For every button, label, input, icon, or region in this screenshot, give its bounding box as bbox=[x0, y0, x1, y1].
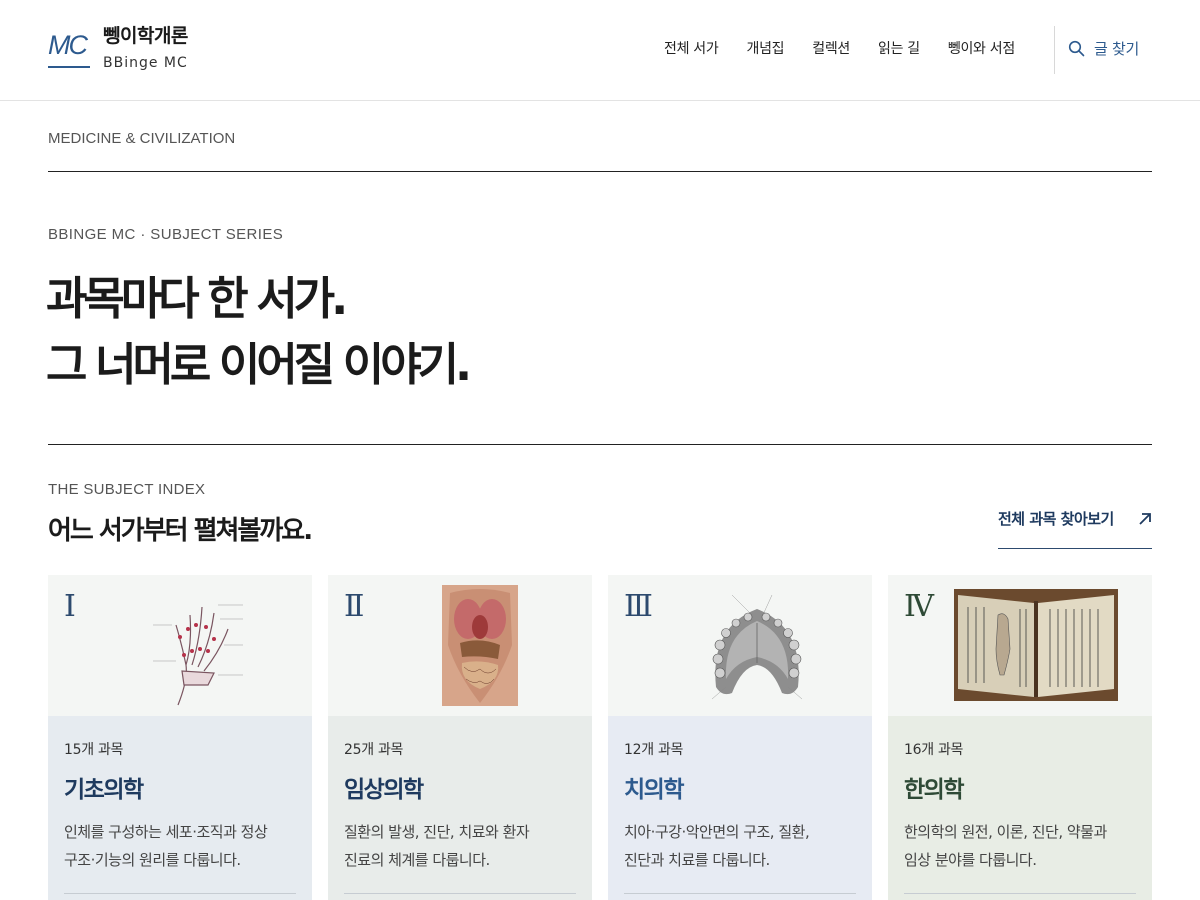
card-subject-count: 12개 과목 bbox=[624, 742, 684, 758]
search-icon bbox=[1068, 40, 1085, 57]
nav-all-shelves[interactable]: 전체 서가 bbox=[664, 38, 719, 58]
series-label: BBINGE MC · SUBJECT SERIES bbox=[48, 226, 284, 243]
nav-bookstore[interactable]: 뼁이와 서점 bbox=[948, 38, 1015, 58]
card-description-line-2: 진료의 체계를 다룹니다. bbox=[344, 851, 490, 869]
nav-divider bbox=[1054, 26, 1055, 74]
hand-bones-illustration bbox=[148, 585, 248, 707]
main-nav: 전체 서가 개념집 컬렉션 읽는 길 뼁이와 서점 bbox=[664, 38, 1043, 58]
card-description-line-2: 구조·기능의 원리를 다룹니다. bbox=[64, 851, 241, 869]
index-label: THE SUBJECT INDEX bbox=[48, 481, 206, 498]
hero-headline: 과목마다 한 서가. 그 너머로 이어질 이야기. bbox=[46, 266, 472, 398]
card-description: 질환의 발생, 진단, 치료와 환자 진료의 체계를 다룹니다. bbox=[344, 818, 584, 874]
card-body: 12개 과목 치의학 치아·구강·악안면의 구조, 질환, 진단과 치료를 다룹… bbox=[608, 716, 872, 900]
logo-mark-text: MC bbox=[48, 30, 88, 60]
card-description-line-1: 한의학의 원전, 이론, 진단, 약물과 bbox=[904, 823, 1107, 841]
subject-cards: Ⅰ 15개 과목 기초의학 인체를 구성하는 세포·조직과 정상 구조·기능의 … bbox=[48, 575, 1152, 900]
card-subject-count: 16개 과목 bbox=[904, 742, 964, 758]
logo-mark: MC bbox=[48, 24, 94, 70]
card-title: 임상의학 bbox=[344, 777, 424, 803]
section-kicker: MEDICINE & CIVILIZATION bbox=[48, 130, 236, 147]
logo-title: 뼁이학개론 bbox=[103, 25, 188, 47]
palate-illustration bbox=[702, 587, 812, 705]
arrow-up-right-icon bbox=[1139, 513, 1151, 525]
logo-underline bbox=[48, 66, 90, 68]
subject-card-dentistry[interactable]: Ⅲ 12개 과목 치의학 치아·구강·악안면의 구조, 질환, 진단과 치료를 … bbox=[608, 575, 872, 900]
browse-all-link[interactable]: 전체 과목 찾아보기 bbox=[998, 508, 1152, 549]
card-body: 25개 과목 임상의학 질환의 발생, 진단, 치료와 환자 진료의 체계를 다… bbox=[328, 716, 592, 900]
card-bottom-rule bbox=[64, 893, 296, 894]
card-description: 한의학의 원전, 이론, 진단, 약물과 임상 분야를 다룹니다. bbox=[904, 818, 1144, 874]
nav-collections[interactable]: 컬렉션 bbox=[812, 38, 850, 58]
index-title: 어느 서가부터 펼쳐볼까요. bbox=[48, 516, 313, 546]
divider-middle bbox=[48, 444, 1152, 445]
card-description-line-2: 임상 분야를 다룹니다. bbox=[904, 851, 1037, 869]
logo-text: 뼁이학개론 BBinge MC bbox=[103, 24, 188, 71]
card-bottom-rule bbox=[624, 893, 856, 894]
card-description-line-2: 진단과 치료를 다룹니다. bbox=[624, 851, 770, 869]
card-numeral: Ⅰ bbox=[64, 589, 76, 624]
card-description: 인체를 구성하는 세포·조직과 정상 구조·기능의 원리를 다룹니다. bbox=[64, 818, 304, 874]
hero-line-2: 그 너머로 이어질 이야기. bbox=[46, 338, 472, 391]
card-bottom-rule bbox=[904, 893, 1136, 894]
site-logo[interactable]: MC 뼁이학개론 BBinge MC bbox=[48, 24, 188, 71]
search-label: 글 찾기 bbox=[1094, 40, 1139, 58]
card-image-area: Ⅲ bbox=[608, 575, 872, 716]
torso-organs-illustration bbox=[442, 585, 518, 706]
subject-card-clinical-medicine[interactable]: Ⅱ 25개 과목 임상의학 질환의 발생, 진단, 치료와 환자 진료의 체계를… bbox=[328, 575, 592, 900]
card-title: 치의학 bbox=[624, 777, 684, 803]
card-title: 기초의학 bbox=[64, 777, 144, 803]
card-body: 16개 과목 한의학 한의학의 원전, 이론, 진단, 약물과 임상 분야를 다… bbox=[888, 716, 1152, 900]
nav-reading-paths[interactable]: 읽는 길 bbox=[878, 38, 920, 58]
card-numeral: Ⅱ bbox=[344, 589, 365, 624]
search-button[interactable]: 글 찾기 bbox=[1068, 38, 1139, 59]
card-image-area: Ⅱ bbox=[328, 575, 592, 716]
browse-all-label: 전체 과목 찾아보기 bbox=[998, 510, 1114, 528]
card-image-area: Ⅳ bbox=[888, 575, 1152, 716]
subject-card-korean-medicine[interactable]: Ⅳ 16개 과목 한의학 한의학의 원전, 이론, 진단, 약물과 임상 분야를… bbox=[888, 575, 1152, 900]
card-numeral: Ⅳ bbox=[904, 589, 934, 624]
hero-line-1: 과목마다 한 서가. bbox=[46, 272, 348, 325]
card-description-line-1: 인체를 구성하는 세포·조직과 정상 bbox=[64, 823, 268, 841]
card-subject-count: 25개 과목 bbox=[344, 742, 404, 758]
card-numeral: Ⅲ bbox=[624, 589, 653, 624]
card-subject-count: 15개 과목 bbox=[64, 742, 124, 758]
card-title: 한의학 bbox=[904, 777, 964, 803]
subject-card-basic-medicine[interactable]: Ⅰ 15개 과목 기초의학 인체를 구성하는 세포·조직과 정상 구조·기능의 … bbox=[48, 575, 312, 900]
card-bottom-rule bbox=[344, 893, 576, 894]
card-description-line-1: 치아·구강·악안면의 구조, 질환, bbox=[624, 823, 810, 841]
nav-concepts[interactable]: 개념집 bbox=[746, 38, 784, 58]
card-body: 15개 과목 기초의학 인체를 구성하는 세포·조직과 정상 구조·기능의 원리… bbox=[48, 716, 312, 900]
card-description-line-1: 질환의 발생, 진단, 치료와 환자 bbox=[344, 823, 530, 841]
divider-top bbox=[48, 171, 1152, 172]
old-book-photo bbox=[954, 589, 1118, 701]
logo-subtitle: BBinge MC bbox=[103, 55, 188, 71]
card-description: 치아·구강·악안면의 구조, 질환, 진단과 치료를 다룹니다. bbox=[624, 818, 864, 874]
card-image-area: Ⅰ bbox=[48, 575, 312, 716]
site-header: MC 뼁이학개론 BBinge MC 전체 서가 개념집 컬렉션 읽는 길 뼁이… bbox=[0, 0, 1200, 101]
